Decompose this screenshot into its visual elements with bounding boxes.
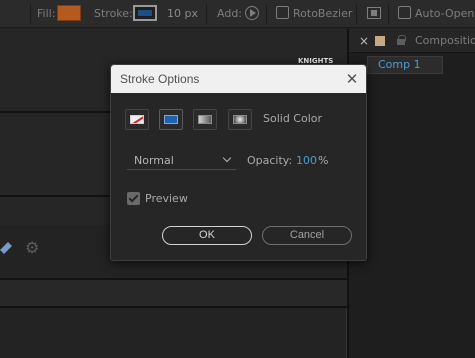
workspace-icon[interactable] <box>367 7 381 19</box>
stroke-color-swatch[interactable] <box>133 5 157 21</box>
stroke-type-radial-gradient-button[interactable] <box>228 109 252 130</box>
no-stroke-icon <box>130 115 144 124</box>
add-label: Add: <box>217 7 243 20</box>
stroke-type-none-button[interactable] <box>125 109 149 130</box>
gear-icon[interactable]: ⚙ <box>25 240 41 256</box>
rotobezier-checkbox[interactable] <box>276 6 289 19</box>
toolbar-separator <box>266 4 267 24</box>
toolbar-separator <box>30 4 31 24</box>
panel-section <box>0 280 347 306</box>
auto-open-checkbox[interactable] <box>398 6 411 19</box>
close-icon[interactable]: × <box>359 34 369 48</box>
opacity-value[interactable]: 100 <box>296 154 317 167</box>
lock-icon[interactable] <box>397 35 406 45</box>
tab-label: Comp 1 <box>378 58 421 71</box>
chevron-down-icon <box>223 154 233 164</box>
auto-open-label: Auto-Open Pa <box>415 7 475 20</box>
stroke-width-value[interactable]: 10 px <box>167 6 198 22</box>
opacity-unit: % <box>318 154 329 167</box>
ok-button[interactable]: OK <box>162 226 252 245</box>
pen-tool-icon[interactable] <box>0 240 14 254</box>
preview-label[interactable]: Preview <box>145 192 188 205</box>
fill-color-swatch[interactable] <box>57 5 81 21</box>
add-vertex-menu-icon[interactable] <box>245 6 259 20</box>
opacity-label: Opacity: <box>247 154 293 167</box>
solid-color-icon <box>164 115 178 124</box>
stroke-type-label: Solid Color <box>263 112 323 125</box>
fill-label: Fill: <box>37 7 56 20</box>
dialog-title: Stroke Options <box>120 72 200 86</box>
stroke-type-solid-button[interactable] <box>159 109 183 130</box>
stroke-options-dialog: Stroke Options ✕ Solid Color Normal Opac… <box>110 64 367 261</box>
toolbar-separator <box>206 4 207 24</box>
label-color-swatch <box>375 36 385 46</box>
toolbar-separator <box>356 4 357 24</box>
linear-gradient-icon <box>198 115 212 124</box>
tab-comp-1[interactable]: Comp 1 <box>367 56 443 74</box>
panel-section <box>0 308 347 358</box>
rotobezier-label: RotoBezier <box>293 7 353 20</box>
dialog-title-bar[interactable]: Stroke Options ✕ <box>111 65 366 93</box>
close-icon[interactable]: ✕ <box>344 71 360 87</box>
cancel-button[interactable]: Cancel <box>262 226 352 245</box>
preview-checkbox[interactable] <box>127 192 140 205</box>
composition-panel-header: × Composition <box>349 29 475 53</box>
blend-mode-value: Normal <box>134 154 174 167</box>
radial-gradient-icon <box>233 115 247 124</box>
stroke-label: Stroke: <box>94 7 133 20</box>
toolbar-separator <box>388 4 389 24</box>
shape-toolbar: Fill: Stroke: 10 px Add: RotoBezier Auto… <box>0 0 475 28</box>
stroke-type-linear-gradient-button[interactable] <box>193 109 217 130</box>
panel-title: Composition <box>415 34 475 47</box>
blend-mode-select[interactable]: Normal <box>127 152 236 170</box>
